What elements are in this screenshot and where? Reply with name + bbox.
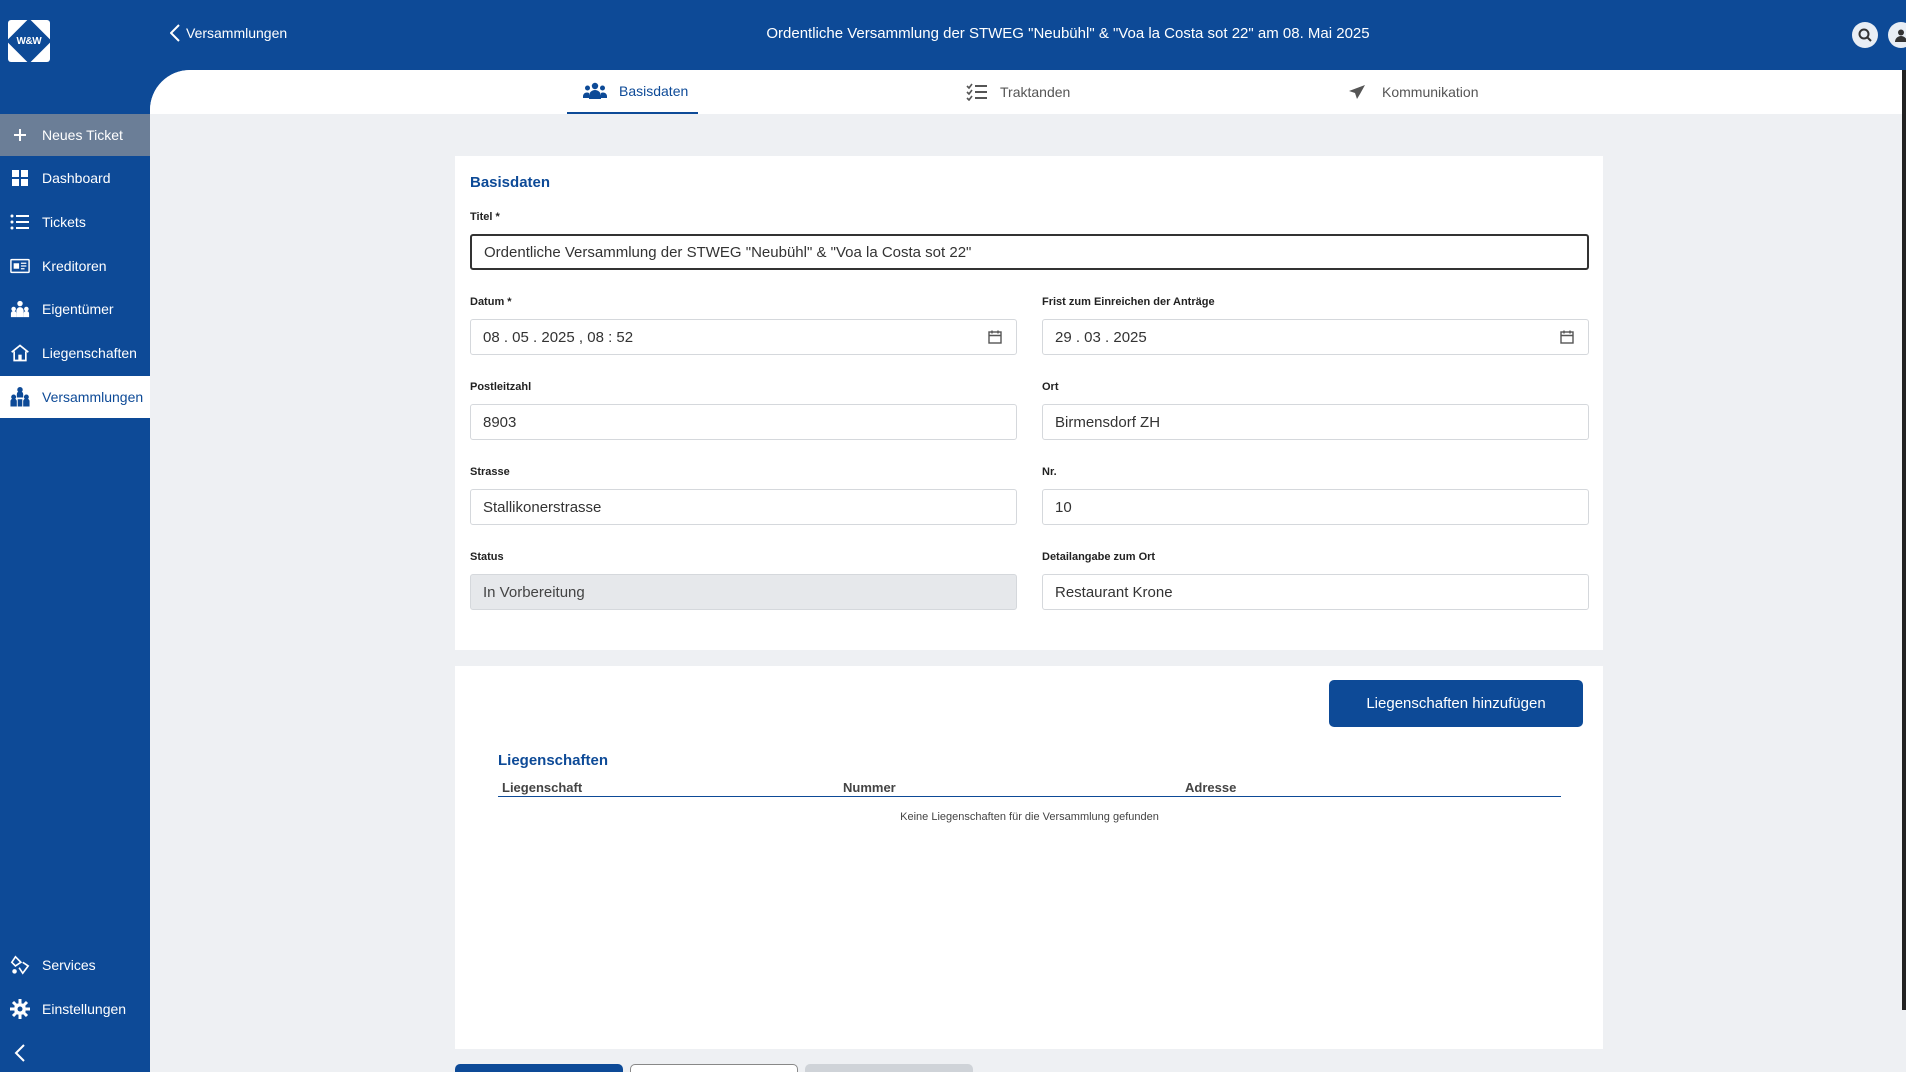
- search-button[interactable]: [1852, 22, 1878, 48]
- datum-input[interactable]: 08 . 05 . 2025 , 08 : 52: [470, 319, 1017, 355]
- tab-traktanden[interactable]: Traktanden: [966, 70, 1070, 114]
- dashboard-icon: [10, 168, 30, 188]
- tab-bar: Basisdaten Traktanden Kommunikation: [150, 70, 1906, 114]
- section-title-liegenschaften: Liegenschaften: [498, 752, 609, 769]
- basisdaten-card: Basisdaten Titel * Ordentliche Versammlu…: [455, 156, 1603, 650]
- sidebar-item-tickets[interactable]: Tickets: [0, 201, 150, 243]
- creditor-card-icon: [10, 256, 30, 276]
- titel-label: Titel *: [470, 211, 500, 223]
- nr-label: Nr.: [1042, 466, 1057, 478]
- checklist-icon: [966, 83, 987, 101]
- section-title-basisdaten: Basisdaten: [470, 174, 551, 191]
- search-icon: [1858, 28, 1872, 42]
- main-content: Basisdaten Traktanden Kommunikation Basi…: [150, 70, 1906, 1072]
- detail-label: Detailangabe zum Ort: [1042, 551, 1156, 563]
- status-input: In Vorbereitung: [470, 574, 1017, 610]
- add-liegenschaften-button[interactable]: Liegenschaften hinzufügen: [1329, 680, 1583, 727]
- sidebar: W&W Neues Ticket Dashboard Tickets Kredi…: [0, 0, 150, 1072]
- table-header-divider: [498, 796, 1561, 797]
- people-icon: [10, 299, 30, 319]
- detail-input[interactable]: Restaurant Krone: [1042, 574, 1589, 610]
- tab-kommunikation[interactable]: Kommunikation: [1348, 70, 1479, 114]
- calendar-icon[interactable]: [1560, 330, 1574, 348]
- gear-icon: [10, 999, 30, 1019]
- user-button[interactable]: [1888, 22, 1906, 48]
- liegenschaften-card: Liegenschaften hinzufügen Liegenschaften…: [455, 666, 1603, 1049]
- app-logo[interactable]: W&W: [6, 18, 52, 64]
- footer-primary-button[interactable]: [455, 1064, 623, 1072]
- new-ticket-button[interactable]: Neues Ticket: [0, 114, 150, 156]
- strasse-label: Strasse: [470, 466, 510, 478]
- status-label: Status: [470, 551, 504, 563]
- plz-input[interactable]: 8903: [470, 404, 1017, 440]
- house-icon: [10, 343, 30, 363]
- sidebar-item-versammlungen[interactable]: Versammlungen: [0, 376, 150, 418]
- chevron-left-icon: [10, 1043, 30, 1063]
- datum-label: Datum *: [470, 296, 512, 308]
- footer-disabled-button: [805, 1064, 973, 1072]
- plus-icon: [10, 125, 30, 145]
- column-header-liegenschaft[interactable]: Liegenschaft: [502, 780, 582, 795]
- frist-input[interactable]: 29 . 03 . 2025: [1042, 319, 1589, 355]
- nr-input[interactable]: 10: [1042, 489, 1589, 525]
- strasse-input[interactable]: Stallikonerstrasse: [470, 489, 1017, 525]
- footer-secondary-button[interactable]: [630, 1064, 798, 1072]
- plz-label: Postleitzahl: [470, 381, 532, 393]
- list-icon: [10, 212, 30, 232]
- sidebar-item-dashboard[interactable]: Dashboard: [0, 157, 150, 199]
- sidebar-item-services[interactable]: Services: [0, 944, 150, 986]
- page-title: Ordentliche Versammlung der STWEG "Neubü…: [766, 25, 1370, 42]
- titel-input[interactable]: Ordentliche Versammlung der STWEG "Neubü…: [470, 234, 1589, 270]
- sidebar-item-einstellungen[interactable]: Einstellungen: [0, 988, 150, 1030]
- sidebar-item-liegenschaften[interactable]: Liegenschaften: [0, 332, 150, 374]
- empty-table-message: Keine Liegenschaften für die Versammlung…: [900, 811, 1159, 823]
- group-icon: [583, 82, 607, 99]
- sidebar-item-eigentuemer[interactable]: Eigentümer: [0, 288, 150, 330]
- column-header-nummer[interactable]: Nummer: [843, 780, 896, 795]
- collapse-sidebar-button[interactable]: [0, 1032, 150, 1072]
- ort-label: Ort: [1042, 381, 1059, 393]
- frist-label: Frist zum Einreichen der Anträge: [1042, 296, 1215, 308]
- sidebar-item-kreditoren[interactable]: Kreditoren: [0, 245, 150, 287]
- column-header-adresse[interactable]: Adresse: [1185, 780, 1236, 795]
- user-icon: [1895, 29, 1906, 42]
- services-icon: [10, 955, 30, 975]
- ort-input[interactable]: Birmensdorf ZH: [1042, 404, 1589, 440]
- assembly-icon: [10, 387, 30, 407]
- top-header: Versammlungen Ordentliche Versammlung de…: [150, 0, 1906, 70]
- calendar-icon[interactable]: [988, 330, 1002, 348]
- scrollbar[interactable]: [1902, 70, 1906, 1010]
- paper-plane-icon: [1349, 85, 1365, 99]
- tab-basisdaten[interactable]: Basisdaten: [567, 70, 698, 114]
